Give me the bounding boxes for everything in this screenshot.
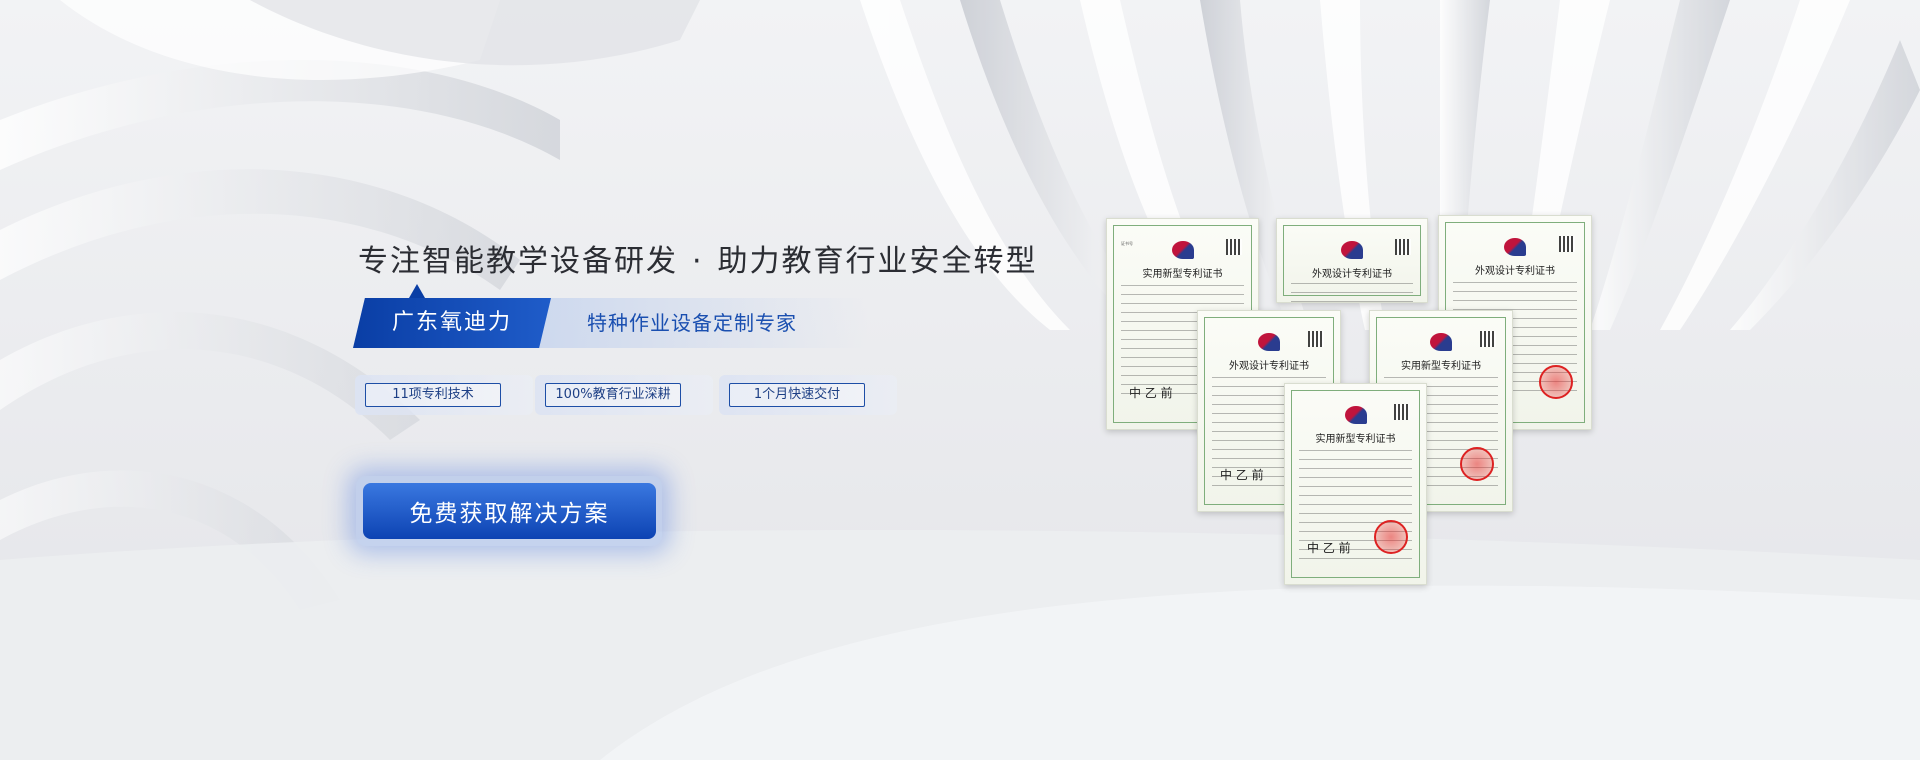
feature-label: 1个月快速交付	[729, 383, 865, 407]
headline-part2: 助力教育行业安全转型	[717, 244, 1038, 279]
hero-section: 专注智能教学设备研发 · 助力教育行业安全转型 广东氧迪力 特种作业设备定制专家 1…	[0, 0, 1920, 760]
patent-certificate: 外观设计专利证书	[1276, 218, 1428, 303]
qr-code-icon	[1395, 239, 1411, 255]
qr-code-icon	[1226, 239, 1242, 255]
qr-code-icon	[1559, 236, 1575, 252]
brand-banner: 广东氧迪力 特种作业设备定制专家	[353, 284, 868, 348]
patent-office-emblem-icon	[1504, 238, 1526, 256]
feature-label: 100%教育行业深耕	[545, 383, 681, 407]
certificate-title: 外观设计专利证书	[1475, 266, 1555, 277]
brand-name: 广东氧迪力	[391, 310, 512, 335]
signature-icon: 中 乙 前	[1307, 541, 1351, 555]
signature-icon: 中 乙 前	[1129, 386, 1173, 400]
hero-headline: 专注智能教学设备研发 · 助力教育行业安全转型	[358, 236, 1038, 280]
brand-tag-notch	[409, 284, 425, 298]
feature-label: 11项专利技术	[365, 383, 501, 407]
red-seal-icon	[1374, 520, 1408, 554]
patent-certificate: 实用新型专利证书 中 乙 前	[1284, 383, 1427, 585]
red-seal-icon	[1539, 365, 1573, 399]
qr-code-icon	[1308, 331, 1324, 347]
qr-code-icon	[1480, 331, 1496, 347]
certificate-title: 外观设计专利证书	[1312, 269, 1392, 280]
patent-office-emblem-icon	[1341, 241, 1363, 259]
certificate-title: 实用新型专利证书	[1142, 269, 1223, 280]
headline-part1: 专注智能教学设备研发	[358, 244, 678, 279]
get-solution-button[interactable]: 免费获取解决方案	[363, 483, 656, 539]
qr-code-icon	[1394, 404, 1410, 420]
brand-slogan: 特种作业设备定制专家	[587, 311, 797, 335]
certificate-title: 实用新型专利证书	[1315, 434, 1396, 445]
feature-badge-education: 100%教育行业深耕	[535, 375, 713, 415]
signature-icon: 中 乙 前	[1220, 468, 1264, 482]
patent-office-emblem-icon	[1258, 333, 1280, 351]
certificate-title: 外观设计专利证书	[1229, 361, 1309, 372]
feature-badge-delivery: 1个月快速交付	[719, 375, 897, 415]
patent-office-emblem-icon	[1171, 241, 1194, 259]
feature-badge-patents: 11项专利技术	[355, 375, 533, 415]
patent-office-emblem-icon	[1344, 406, 1367, 424]
headline-separator: ·	[692, 244, 704, 279]
patent-office-emblem-icon	[1430, 333, 1452, 351]
certificate-title: 实用新型专利证书	[1401, 361, 1481, 372]
red-seal-icon	[1460, 447, 1494, 481]
